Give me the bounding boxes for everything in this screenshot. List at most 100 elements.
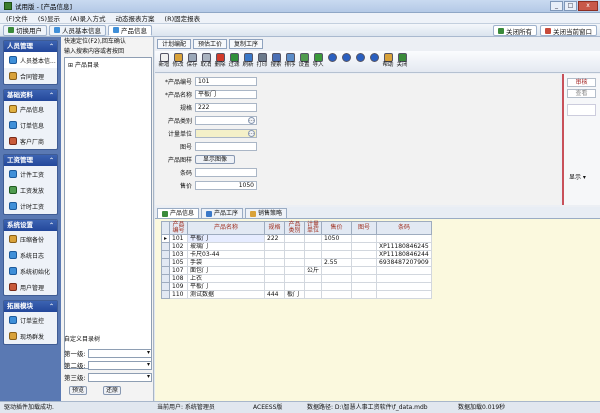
tab-product-info-grid[interactable]: 产品信息	[157, 208, 200, 218]
table-cell[interactable]	[264, 266, 286, 275]
toolbar-button-first[interactable]	[325, 51, 339, 72]
table-cell[interactable]: 板门	[284, 290, 306, 299]
sidebar-item-customers[interactable]: 客户厂商	[4, 133, 57, 149]
table-cell[interactable]	[376, 234, 433, 243]
table-cell[interactable]	[321, 242, 353, 251]
toolbar-button-print[interactable]: 打印	[255, 51, 269, 72]
table-cell[interactable]	[351, 266, 378, 275]
table-cell[interactable]	[376, 274, 433, 283]
table-row[interactable]: 107 面包门 公斤	[160, 266, 433, 275]
tab-sales-strategy[interactable]: 销售策略	[245, 208, 288, 218]
name-field[interactable]: 平板门	[195, 89, 257, 99]
display-select[interactable]: 显示 ▾	[567, 174, 596, 183]
unit-picker-icon[interactable]: …	[248, 129, 255, 137]
column-header[interactable]: 规格	[264, 221, 286, 235]
column-header[interactable]: 条码	[376, 221, 433, 235]
sidebar-item-init[interactable]: 系统初始化	[4, 263, 57, 279]
toolbar-button-delete[interactable]: 删除	[213, 51, 227, 72]
table-cell[interactable]: 手袋	[187, 258, 266, 267]
sidebar-item-piece-wage[interactable]: 计件工资	[4, 166, 57, 182]
column-header[interactable]: 产品名称	[187, 221, 266, 235]
catalog-tree[interactable]: ⊞ 产品目录	[64, 57, 152, 369]
table-cell[interactable]: 109	[169, 282, 189, 291]
audit-button[interactable]: 审核	[567, 78, 596, 87]
sidebar-item-hourly-wage[interactable]: 计时工资	[4, 198, 57, 214]
sidebar-group-title[interactable]: 拓展模块	[4, 301, 57, 312]
menu-display[interactable]: (S)显示	[38, 13, 60, 23]
table-cell[interactable]: 6938487207909	[376, 258, 433, 267]
table-cell[interactable]: XP11180846244	[376, 250, 433, 259]
table-cell[interactable]: 105	[169, 258, 189, 267]
maximize-button[interactable]: □	[564, 1, 577, 11]
table-row[interactable]: 105 手袋 2.55 6938487207909	[160, 258, 433, 267]
table-cell[interactable]	[304, 250, 323, 259]
table-cell[interactable]	[284, 258, 306, 267]
sidebar-item-system-log[interactable]: 系统日志	[4, 247, 57, 263]
table-cell[interactable]	[351, 274, 378, 283]
table-cell[interactable]	[304, 274, 323, 283]
table-cell[interactable]: 108	[169, 274, 189, 283]
audit-note-box[interactable]	[567, 104, 596, 116]
sidebar-item-contracts[interactable]: 合同管理	[4, 68, 57, 84]
menu-file[interactable]: (F)文件	[6, 13, 28, 23]
sidebar-group-title[interactable]: 基础资料	[4, 90, 57, 101]
table-row[interactable]: 102 玻璃门 XP11180846245	[160, 242, 433, 251]
toolbar-button-refresh[interactable]: 刷新	[241, 51, 255, 72]
table-cell[interactable]	[284, 282, 306, 291]
toolbar-button-save[interactable]: 保存	[185, 51, 199, 72]
table-cell[interactable]: 平板门	[187, 234, 266, 243]
table-cell[interactable]	[304, 282, 323, 291]
table-cell[interactable]: 107	[169, 266, 189, 275]
column-header[interactable]: 图号	[351, 221, 378, 235]
table-cell[interactable]	[321, 282, 353, 291]
category-picker-icon[interactable]: …	[248, 116, 255, 124]
barcode-field[interactable]	[195, 167, 257, 177]
sidebar-item-wage-payment[interactable]: 工资发放	[4, 182, 57, 198]
table-cell[interactable]: 101	[169, 234, 189, 243]
level3-select[interactable]	[87, 372, 152, 382]
level2-select[interactable]	[87, 360, 152, 370]
close-current-button[interactable]: 关闭当前窗口	[540, 25, 597, 36]
table-cell[interactable]	[284, 274, 306, 283]
sidebar-group-title[interactable]: 工资管理	[4, 155, 57, 166]
table-row[interactable]: 108 上衣	[160, 274, 433, 283]
table-row[interactable]: 109 平板门	[160, 282, 433, 291]
table-cell[interactable]: 上衣	[187, 274, 266, 283]
table-cell[interactable]	[351, 234, 378, 243]
table-cell[interactable]	[376, 290, 433, 299]
tab-product-process[interactable]: 产品工序	[201, 208, 244, 218]
sidebar-item-order-monitor[interactable]: 订单监控	[4, 312, 57, 328]
table-cell[interactable]	[264, 274, 286, 283]
minimize-button[interactable]: _	[550, 1, 563, 11]
sidebar-item-users[interactable]: 用户管理	[4, 279, 57, 295]
table-cell[interactable]: 2.55	[321, 258, 353, 267]
toolbar-button-filter[interactable]: 过滤	[227, 51, 241, 72]
table-cell[interactable]	[351, 258, 378, 267]
table-cell[interactable]: 卡尺03-44	[187, 250, 266, 259]
toolbar-button-close[interactable]: 关闭	[395, 51, 409, 72]
view-button[interactable]: 查看	[567, 89, 596, 98]
tab-product-info[interactable]: 产品信息	[108, 24, 152, 36]
product-table[interactable]: 产品编号 产品名称 规格 产品类别 计量单位 售价 图号 条码 ▸ 101 平板门 222 1050 1…	[160, 221, 433, 299]
table-cell[interactable]	[321, 250, 353, 259]
close-window-button[interactable]: x	[578, 1, 598, 11]
toolbar-button-sort[interactable]: 排序	[283, 51, 297, 72]
drawing-field[interactable]	[195, 141, 257, 151]
tree-node-root[interactable]: ⊞ 产品目录	[65, 58, 151, 71]
toolbar-button-search[interactable]: 搜索	[269, 51, 283, 72]
toolbar-button-prev[interactable]	[339, 51, 353, 72]
table-cell[interactable]	[264, 282, 286, 291]
sidebar-item-staff-info[interactable]: 人员基本信...	[4, 52, 57, 68]
tab-staff-info[interactable]: 人员基本信息	[49, 24, 106, 36]
table-cell[interactable]	[376, 282, 433, 291]
sidebar-item-orders[interactable]: 订单信息	[4, 117, 57, 133]
toolbar-button-settings[interactable]: 设置	[297, 51, 311, 72]
restore-button[interactable]: 还原	[103, 386, 121, 395]
table-cell[interactable]	[304, 258, 323, 267]
table-cell[interactable]: 平板门	[187, 282, 266, 291]
table-cell[interactable]: 玻璃门	[187, 242, 266, 251]
table-row[interactable]: ▸ 101 平板门 222 1050	[160, 234, 433, 243]
show-image-button[interactable]: 显示图像	[195, 154, 235, 164]
toolbar-button-new-doc[interactable]: 新增	[157, 51, 171, 72]
table-cell[interactable]	[264, 242, 286, 251]
